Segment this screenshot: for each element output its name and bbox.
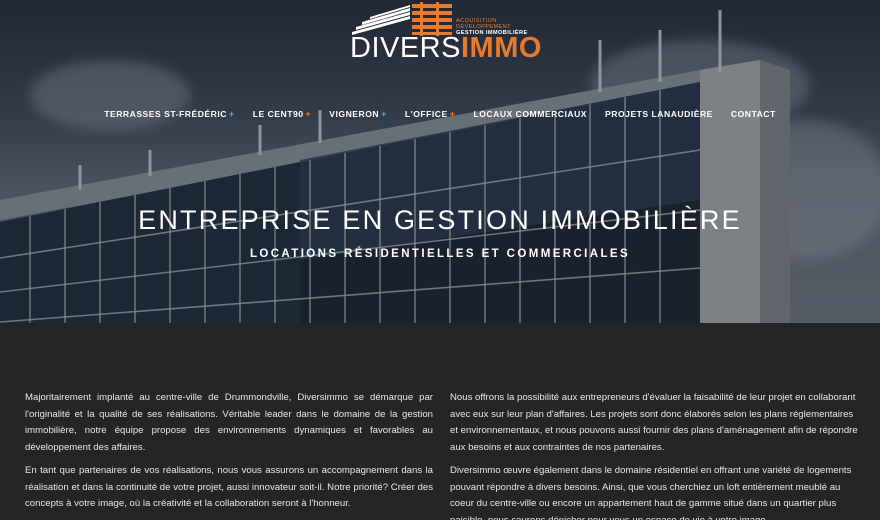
logo-word-divers: DIVERS [350,32,461,64]
intro-paragraph: Nous offrons la possibilité aux entrepre… [450,392,858,453]
nav-item-label: PROJETS LANAUDIÈRE [605,109,713,119]
plus-icon: + [228,109,235,119]
nav-item-lanaudiere[interactable]: PROJETS LANAUDIÈRE [596,109,722,119]
hero-subtitle: LOCATIONS RÉSIDENTIELLES ET COMMERCIALES [249,248,631,260]
nav-item-locaux[interactable]: LOCAUX COMMERCIAUX [464,109,596,119]
nav-item-label: LE CENT90 [252,109,304,119]
hero-banner: ACQUISITION DÉVELOPPEMENT GESTION IMMOBI… [0,0,880,323]
nav-item-label: LOCAUX COMMERCIAUX [473,109,588,119]
intro-section: Majoritairement implanté au centre-ville… [0,323,880,520]
nav-item-label: VIGNERON [329,109,380,119]
intro-paragraph: Diversimmo œuvre également dans le domai… [450,465,852,520]
diversimmo-logo[interactable]: ACQUISITION DÉVELOPPEMENT GESTION IMMOBI… [350,2,541,64]
nav-item-label: TERRASSES ST-FRÉDÉRIC [104,109,227,119]
intro-left-column: Majoritairement implanté au centre-ville… [25,390,433,520]
main-nav: TERRASSES ST-FRÉDÉRIC + LE CENT90 + VIGN… [0,109,880,119]
nav-item-label: L'OFFICE [404,109,448,119]
plus-icon: + [305,109,312,119]
plus-icon: + [449,109,456,119]
hero-title: ENTREPRISE EN GESTION IMMOBILIÈRE [138,205,742,235]
logo-word-immo: IMMO [460,32,542,64]
nav-item-cent90[interactable]: LE CENT90 + [244,109,321,119]
logo-wordmark: DIVERSIMMO [350,33,542,63]
plus-icon: + [381,109,387,119]
nav-item-vigneron[interactable]: VIGNERON + [320,109,396,119]
intro-right-column: Nous offrons la possibilité aux entrepre… [450,390,862,520]
intro-paragraph: Majoritairement implanté au centre-ville… [25,392,433,453]
nav-item-contact[interactable]: CONTACT [722,109,785,119]
intro-paragraph: En tant que partenaires de vos réalisati… [25,465,433,509]
nav-item-terrasses[interactable]: TERRASSES ST-FRÉDÉRIC + [95,109,243,119]
nav-item-office[interactable]: L'OFFICE + [396,109,465,119]
logo-building-icon [352,2,452,36]
nav-item-label: CONTACT [730,109,776,119]
